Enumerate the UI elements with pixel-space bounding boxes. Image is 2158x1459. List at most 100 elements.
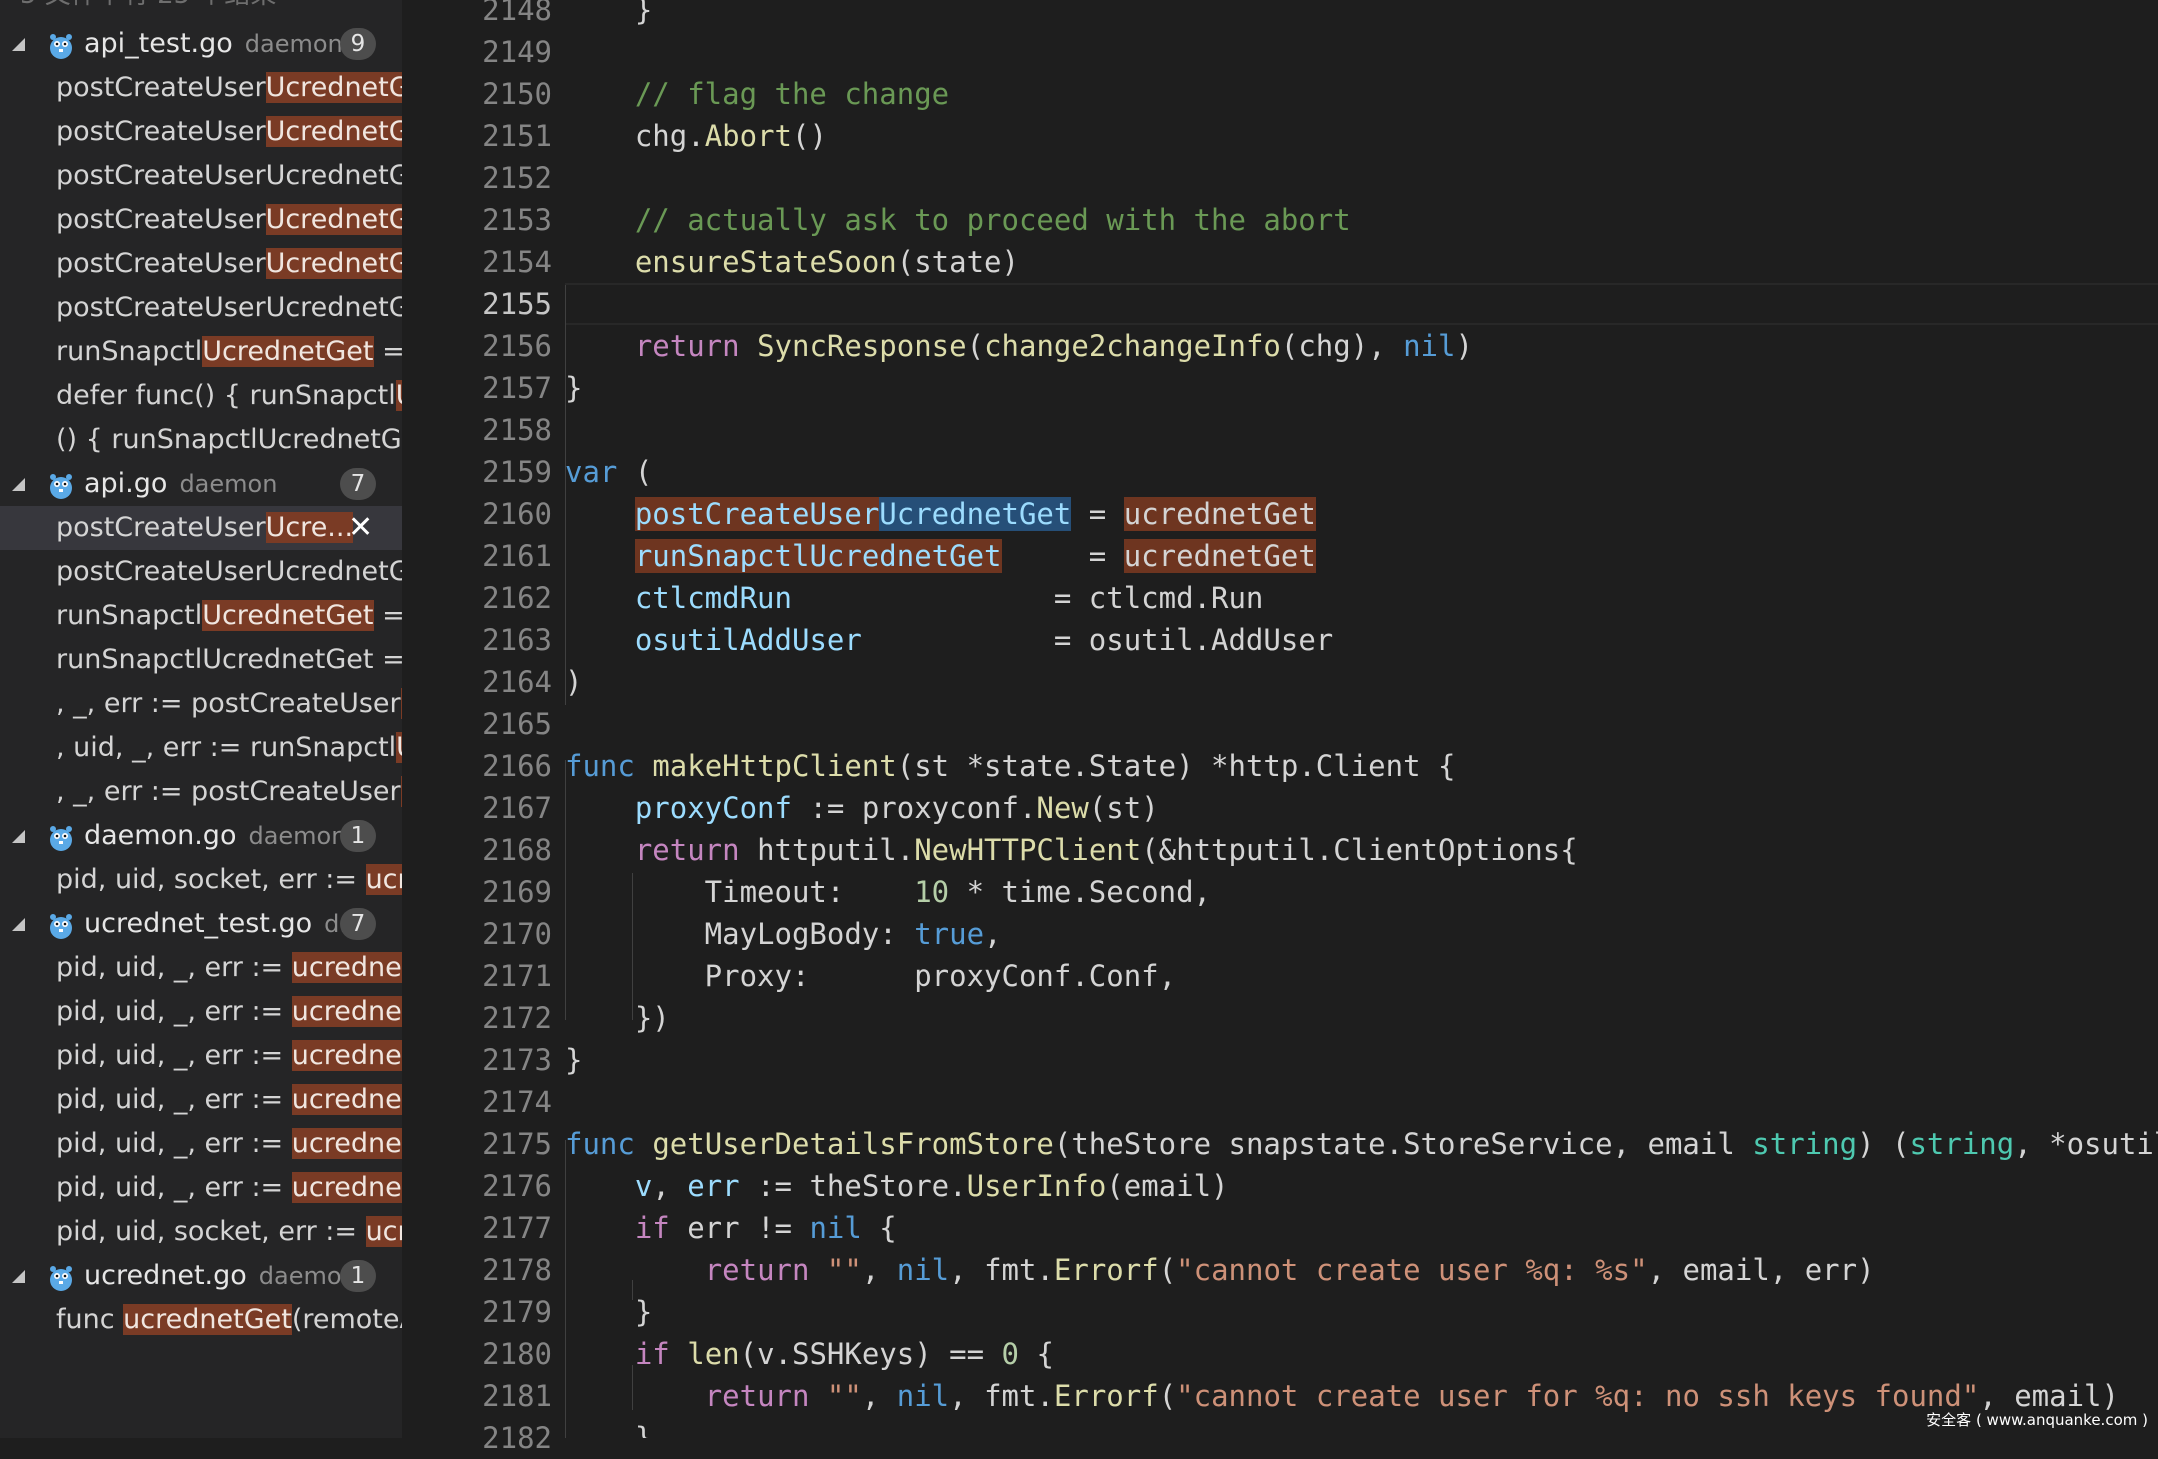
search-match-item[interactable]: pid, uid, _, err := ucrednet... bbox=[0, 1034, 402, 1078]
code-line[interactable]: }) bbox=[565, 997, 670, 1039]
search-match-item[interactable]: pid, uid, _, err := ucrednet... bbox=[0, 1166, 402, 1210]
code-line[interactable]: osutilAddUser = osutil.AddUser bbox=[565, 619, 1333, 661]
search-match-item[interactable]: postCreateUserUcrednetG... bbox=[0, 242, 402, 286]
expand-triangle-icon[interactable] bbox=[12, 1270, 25, 1283]
code-token: err bbox=[687, 1169, 740, 1203]
code-line[interactable]: proxyConf := proxyconf.New(st) bbox=[565, 787, 1159, 829]
code-line[interactable]: var ( bbox=[565, 451, 652, 493]
search-match-item[interactable]: pid, uid, _, err := ucrednet... bbox=[0, 1122, 402, 1166]
code-token: = bbox=[1001, 539, 1124, 573]
search-match-item[interactable]: postCreateUserUcrednetG... bbox=[0, 286, 402, 330]
code-line[interactable]: } bbox=[565, 367, 582, 409]
search-match-item[interactable]: defer func() { runSnapctlU... bbox=[0, 374, 402, 418]
match-prefix: runSnapctl bbox=[56, 600, 203, 631]
match-prefix: postCreateUser bbox=[56, 116, 266, 147]
code-token: ctlcmdRun bbox=[634, 581, 792, 615]
expand-triangle-icon[interactable] bbox=[12, 38, 25, 51]
code-line[interactable]: MayLogBody: true, bbox=[565, 913, 1002, 955]
code-line[interactable]: func getUserDetailsFromStore(theStore sn… bbox=[565, 1123, 2158, 1165]
search-match-item[interactable]: postCreateUserUcrednetG... bbox=[0, 550, 402, 594]
search-match-item[interactable]: postCreateUserUcrednetG... bbox=[0, 110, 402, 154]
search-match-item[interactable]: , _, err := postCreateUserU... bbox=[0, 682, 402, 726]
code-line[interactable]: ensureStateSoon(state) bbox=[565, 241, 1019, 283]
file-group-header[interactable]: daemon.go daemon 1 bbox=[0, 814, 402, 858]
line-number: 2159 bbox=[482, 455, 552, 489]
code-token: 0 bbox=[1001, 1337, 1019, 1371]
code-line[interactable]: } bbox=[565, 1039, 582, 1081]
code-line[interactable]: Proxy: proxyConf.Conf, bbox=[565, 955, 1176, 997]
match-prefix: pid, uid, _, err := bbox=[56, 1172, 292, 1203]
code-line[interactable]: ctlcmdRun = ctlcmd.Run bbox=[565, 577, 1264, 619]
match-preview-text: runSnapctlUcrednetGet = ... bbox=[56, 330, 402, 374]
search-match-item[interactable]: pid, uid, socket, err := ucre... bbox=[0, 858, 402, 902]
code-line[interactable]: return httputil.NewHTTPClient(&httputil.… bbox=[565, 829, 1578, 871]
match-prefix: runSnapctl bbox=[56, 336, 203, 367]
code-line[interactable]: } bbox=[565, 1291, 652, 1333]
code-token: = osutil.AddUser bbox=[861, 623, 1334, 657]
code-line[interactable]: v, err := theStore.UserInfo(email) bbox=[565, 1165, 1229, 1207]
search-match-item[interactable]: runSnapctlUcrednetGet = ... bbox=[0, 594, 402, 638]
search-match-item[interactable]: runSnapctlUcrednetGet = ... bbox=[0, 638, 402, 682]
expand-triangle-icon[interactable] bbox=[12, 918, 25, 931]
expand-triangle-icon[interactable] bbox=[12, 830, 25, 843]
code-token: var bbox=[565, 455, 618, 489]
code-line[interactable]: runSnapctlUcrednetGet = ucrednetGet bbox=[565, 535, 1316, 577]
match-prefix: postCreateUserUcrednetG... bbox=[56, 292, 402, 323]
line-number: 2165 bbox=[482, 707, 552, 741]
dismiss-match-close-icon[interactable]: ✕ bbox=[348, 506, 373, 550]
search-match-item[interactable]: func ucrednetGet(remoteA... bbox=[0, 1298, 402, 1342]
code-line[interactable]: return "", nil, fmt.Errorf("cannot creat… bbox=[565, 1375, 2119, 1417]
search-match-item[interactable]: postCreateUserUcrednetG... bbox=[0, 66, 402, 110]
code-token: "cannot create user %q: %s" bbox=[1176, 1253, 1648, 1287]
line-number: 2178 bbox=[482, 1253, 552, 1287]
search-match-item[interactable]: pid, uid, _, err := ucrednet... bbox=[0, 990, 402, 1034]
search-match-item[interactable]: , _, err := postCreateUserU... bbox=[0, 770, 402, 814]
code-line[interactable]: func makeHttpClient(st *state.State) *ht… bbox=[565, 745, 1455, 787]
match-prefix: () { runSnapctlUcrednetGe... bbox=[56, 424, 402, 455]
code-line[interactable]: // flag the change bbox=[565, 73, 949, 115]
code-token: } bbox=[565, 1043, 583, 1077]
code-editor[interactable]: } // flag the change chg.Abort() // actu… bbox=[565, 0, 2158, 1438]
file-group-header[interactable]: api_test.go daemon 9 bbox=[0, 22, 402, 66]
search-match-item[interactable]: pid, uid, socket, err := ucre... bbox=[0, 1210, 402, 1254]
file-group-header[interactable]: ucrednet_test.god...7 bbox=[0, 902, 402, 946]
line-number: 2151 bbox=[482, 119, 552, 153]
file-group-header[interactable]: ucrednet.go daemon 1 bbox=[0, 1254, 402, 1298]
match-prefix: postCreateUser bbox=[56, 72, 266, 103]
code-line[interactable]: return "", nil, fmt.Errorf("cannot creat… bbox=[565, 1249, 1875, 1291]
code-token: err != bbox=[669, 1211, 810, 1245]
code-line[interactable]: } bbox=[565, 1417, 652, 1438]
search-match-item[interactable]: pid, uid, _, err := ucrednet... bbox=[0, 946, 402, 990]
watermark: 安全客 ( www.anquanke.com ) bbox=[1926, 1411, 2148, 1429]
line-number: 2152 bbox=[482, 161, 552, 195]
search-match-item[interactable]: , uid, _, err := runSnapctlU... bbox=[0, 726, 402, 770]
line-number-gutter: 2148 2149 2150 2151 2152 2153 2154 2155 2156 2157… bbox=[402, 0, 552, 1455]
match-highlight: UcrednetG... bbox=[265, 116, 402, 147]
code-token: ( bbox=[1158, 1253, 1177, 1287]
search-match-item[interactable]: postCreateUserUcrednetG... bbox=[0, 198, 402, 242]
code-line[interactable]: chg.Abort() bbox=[565, 115, 827, 157]
code-line[interactable]: postCreateUserUcrednetGet = ucrednetGet bbox=[565, 493, 1316, 535]
search-match-item[interactable]: postCreateUserUcrednetG... bbox=[0, 154, 402, 198]
search-match-item[interactable]: runSnapctlUcrednetGet = ... bbox=[0, 330, 402, 374]
search-match-item[interactable]: postCreateUserUcre... ✕ bbox=[0, 506, 402, 550]
file-group-header[interactable]: api.go daemon 7 bbox=[0, 462, 402, 506]
code-line[interactable]: if len(v.SSHKeys) == 0 { bbox=[565, 1333, 1054, 1375]
match-prefix: postCreateUserUcrednetG... bbox=[56, 160, 402, 191]
code-token: if bbox=[634, 1211, 670, 1245]
code-line[interactable]: } bbox=[565, 0, 652, 31]
code-line[interactable]: if err != nil { bbox=[565, 1207, 897, 1249]
search-match-item[interactable]: pid, uid, _, err := ucrednet... bbox=[0, 1078, 402, 1122]
code-line[interactable]: ) bbox=[565, 661, 582, 703]
code-line[interactable]: // actually ask to proceed with the abor… bbox=[565, 199, 1351, 241]
match-suffix: = ... bbox=[382, 600, 402, 631]
code-line[interactable]: Timeout: 10 * time.Second, bbox=[565, 871, 1211, 913]
code-token: = bbox=[1071, 497, 1124, 531]
expand-triangle-icon[interactable] bbox=[12, 478, 25, 491]
search-match-item[interactable]: () { runSnapctlUcrednetGe... bbox=[0, 418, 402, 462]
code-token: := proxyconf. bbox=[791, 791, 1037, 825]
code-line[interactable]: return SyncResponse(change2changeInfo(ch… bbox=[565, 325, 1473, 367]
